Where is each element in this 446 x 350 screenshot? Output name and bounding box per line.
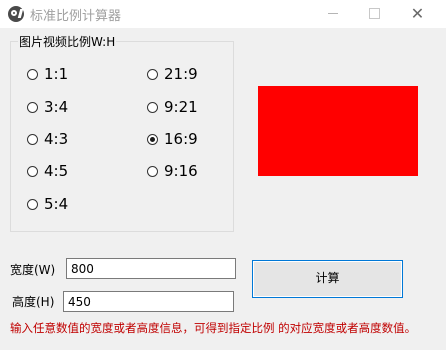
radio-label: 4:3 bbox=[44, 130, 69, 148]
radio-label: 5:4 bbox=[44, 195, 69, 213]
radio-circle[interactable] bbox=[27, 165, 38, 177]
width-input[interactable] bbox=[66, 258, 236, 279]
radio-option-1-1[interactable]: 1:1 bbox=[27, 65, 68, 83]
radio-circle[interactable] bbox=[147, 101, 158, 113]
close-button[interactable]: ✕ bbox=[395, 0, 440, 28]
title-bar: 标准比例计算器 ✕ bbox=[0, 0, 446, 28]
radio-option-21-9[interactable]: 21:9 bbox=[147, 65, 198, 83]
height-label: 高度(H) bbox=[12, 295, 55, 309]
radio-option-4-3[interactable]: 4:3 bbox=[27, 130, 68, 148]
radio-circle[interactable] bbox=[27, 68, 38, 80]
radio-label: 9:21 bbox=[164, 98, 198, 116]
ratio-group-legend: 图片视频比例W:H bbox=[18, 33, 117, 50]
ratio-preview-rectangle bbox=[258, 86, 418, 176]
radio-circle[interactable] bbox=[27, 198, 38, 210]
height-input[interactable] bbox=[63, 291, 234, 312]
calculate-button[interactable]: 计算 bbox=[252, 260, 403, 298]
radio-option-3-4[interactable]: 3:4 bbox=[27, 98, 68, 116]
radio-circle[interactable] bbox=[147, 68, 158, 80]
radio-label: 3:4 bbox=[44, 98, 69, 116]
radio-label: 1:1 bbox=[44, 65, 69, 83]
maximize-button[interactable] bbox=[352, 0, 397, 28]
maximize-icon bbox=[369, 8, 380, 19]
hint-text: 输入任意数值的宽度或者高度信息，可得到指定比例 的对应宽度或者高度数值。 bbox=[10, 321, 417, 335]
radio-circle[interactable] bbox=[27, 133, 38, 145]
radio-label: 21:9 bbox=[164, 65, 198, 83]
radio-option-9-21[interactable]: 9:21 bbox=[147, 98, 198, 116]
radio-circle-selected[interactable] bbox=[147, 133, 158, 145]
radio-circle[interactable] bbox=[27, 101, 38, 113]
minimize-button[interactable] bbox=[310, 0, 355, 28]
window-title: 标准比例计算器 bbox=[30, 9, 122, 24]
radio-label: 16:9 bbox=[164, 130, 198, 148]
radio-option-5-4[interactable]: 5:4 bbox=[27, 195, 68, 213]
radio-option-9-16[interactable]: 9:16 bbox=[147, 162, 198, 180]
radio-label: 4:5 bbox=[44, 162, 69, 180]
width-label: 宽度(W) bbox=[10, 263, 56, 277]
radio-label: 9:16 bbox=[164, 162, 198, 180]
radio-option-4-5[interactable]: 4:5 bbox=[27, 162, 68, 180]
app-logo-icon bbox=[8, 6, 24, 22]
minimize-icon bbox=[327, 13, 338, 14]
radio-option-16-9[interactable]: 16:9 bbox=[147, 130, 198, 148]
radio-circle[interactable] bbox=[147, 165, 158, 177]
